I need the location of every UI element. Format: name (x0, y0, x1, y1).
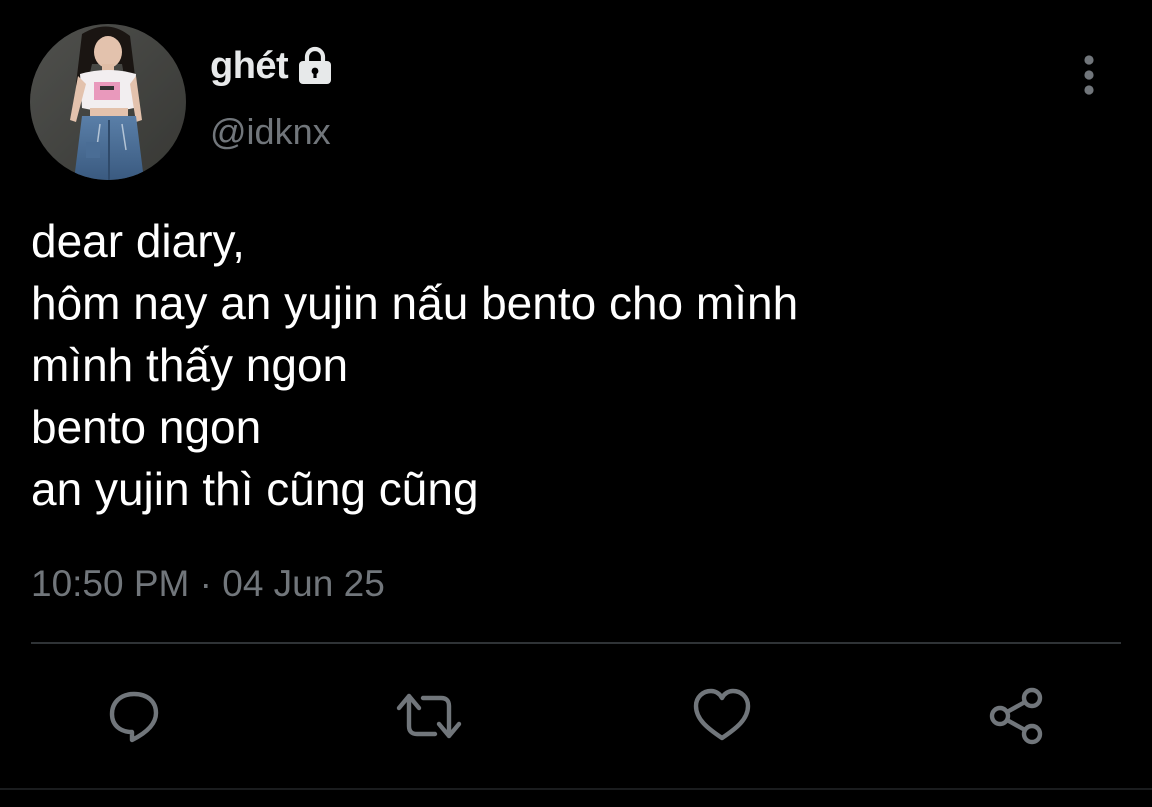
tweet-detail: ghét @idknx dear diary, hôm nay an yujin… (0, 0, 1152, 807)
tweet-line: mình thấy ngon (31, 339, 349, 391)
tweet-text: dear diary, hôm nay an yujin nấu bento c… (31, 210, 1121, 520)
user-handle[interactable]: @idknx (210, 108, 331, 156)
profile-photo (30, 24, 186, 180)
retweet-arrows-icon (396, 693, 462, 739)
retweet-button[interactable] (393, 680, 465, 752)
tweet-line: an yujin thì cũng cũng (31, 463, 479, 515)
display-name[interactable]: ghét (210, 38, 289, 94)
speech-bubble-icon (109, 691, 159, 743)
heart-icon (693, 688, 751, 741)
avatar[interactable] (30, 24, 186, 180)
bottom-divider (0, 788, 1152, 790)
tweet-line: hôm nay an yujin nấu bento cho mình (31, 277, 799, 329)
display-name-row[interactable]: ghét (210, 38, 334, 94)
tweet-timestamp[interactable]: 10:50 PM · 04 Jun 25 (31, 558, 385, 610)
divider (31, 642, 1121, 644)
lock-icon (299, 46, 332, 84)
reply-button[interactable] (98, 680, 170, 752)
tweet-line: dear diary, (31, 215, 245, 267)
action-bar (0, 680, 1152, 752)
more-options-icon[interactable] (1070, 52, 1108, 98)
share-button[interactable] (981, 680, 1053, 752)
like-button[interactable] (686, 680, 758, 752)
share-nodes-icon (989, 687, 1043, 745)
tweet-line: bento ngon (31, 401, 262, 453)
